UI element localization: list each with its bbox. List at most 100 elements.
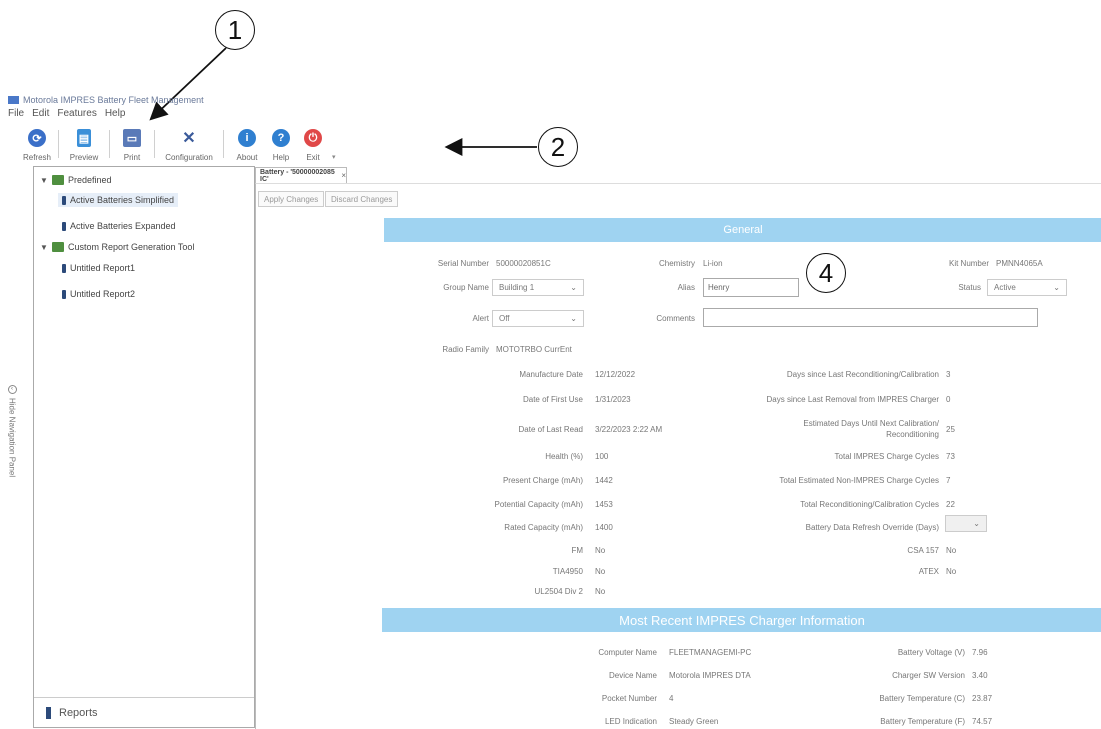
- alias-label: Alias: [677, 283, 695, 292]
- led-indication-value: Steady Green: [669, 717, 719, 726]
- toolbar-overflow-icon[interactable]: ▾: [332, 153, 336, 161]
- led-indication-label: LED Indication: [604, 717, 657, 726]
- ul2504-label: UL2504 Div 2: [534, 587, 583, 596]
- battery-icon: [62, 289, 66, 299]
- tools-icon: ✕: [182, 130, 196, 147]
- manufacture-date-label: Manufacture Date: [519, 370, 583, 379]
- first-use-label: Date of First Use: [522, 395, 583, 404]
- charger-section-header: Most Recent IMPRES Charger Information: [382, 608, 1101, 632]
- help-icon: ?: [272, 129, 290, 147]
- apply-changes-button[interactable]: Apply Changes: [258, 191, 325, 207]
- rated-capacity-value: 1400: [595, 523, 613, 532]
- potential-capacity-value: 1453: [595, 500, 613, 509]
- recond-cycles-value: 22: [946, 500, 955, 509]
- chevron-down-icon: ⌄: [570, 314, 577, 323]
- serial-number-value: 50000020851C: [496, 259, 551, 268]
- comments-field[interactable]: [703, 308, 1038, 327]
- days-since-removal-label: Days since Last Removal from IMPRES Char…: [766, 395, 940, 404]
- chevron-down-icon: ⌄: [570, 283, 577, 292]
- menu-edit[interactable]: Edit: [32, 108, 49, 119]
- discard-changes-button[interactable]: Discard Changes: [325, 191, 399, 207]
- first-use-value: 1/31/2023: [595, 395, 631, 404]
- kit-number-value: PMNN4065A: [996, 259, 1043, 268]
- manufacture-date-value: 12/12/2022: [595, 370, 636, 379]
- folder-icon: [52, 242, 64, 252]
- est-days-value: 25: [946, 425, 955, 434]
- menu-help[interactable]: Help: [105, 108, 126, 119]
- est-days-label: Estimated Days Until Next Calibration/ R…: [803, 419, 939, 439]
- tab-battery[interactable]: Battery - '50000002085 IC' ×: [255, 167, 347, 183]
- fm-label: FM: [571, 546, 583, 555]
- alert-select[interactable]: Off ⌄: [492, 310, 584, 327]
- group-name-select[interactable]: Building 1 ⌄: [492, 279, 584, 296]
- navigation-panel: ▼ Predefined Active Batteries Simplified…: [33, 166, 255, 728]
- refresh-button[interactable]: ⟳ Refresh: [22, 122, 52, 164]
- status-label: Status: [958, 283, 981, 292]
- menu-file[interactable]: File: [8, 108, 24, 119]
- rated-capacity-label: Rated Capacity (mAh): [504, 523, 583, 532]
- chevron-down-icon: ⌄: [973, 519, 980, 528]
- tree-item-report2[interactable]: Untitled Report2: [62, 289, 135, 299]
- refresh-icon: ⟳: [28, 129, 46, 147]
- health-label: Health (%): [545, 452, 583, 461]
- close-icon[interactable]: ×: [341, 171, 346, 180]
- expand-icon[interactable]: ▼: [40, 243, 48, 252]
- refresh-override-select[interactable]: ⌄: [945, 515, 987, 532]
- days-since-recond-label: Days since Last Reconditioning/Calibrati…: [786, 370, 939, 379]
- chevron-left-icon: ‹: [7, 385, 17, 394]
- expand-icon[interactable]: ▼: [40, 176, 48, 185]
- atex-value: No: [946, 567, 957, 576]
- preview-icon: ▤: [77, 129, 91, 147]
- tree-item-report1[interactable]: Untitled Report1: [62, 263, 135, 273]
- folder-icon: [52, 175, 64, 185]
- computer-name-label: Computer Name: [598, 648, 657, 657]
- charger-sw-label: Charger SW Version: [892, 671, 965, 680]
- reports-button[interactable]: Reports: [34, 697, 254, 727]
- battery-voltage-label: Battery Voltage (V): [897, 648, 965, 657]
- alias-field[interactable]: Henry: [703, 278, 799, 297]
- status-select[interactable]: Active ⌄: [987, 279, 1067, 296]
- present-charge-label: Present Charge (mAh): [502, 476, 583, 485]
- radio-family-value: MOTOTRBO CurrEnt: [496, 345, 572, 354]
- callout-1: 1: [215, 10, 255, 50]
- non-impres-cycles-value: 7: [946, 476, 951, 485]
- battery-temp-f-value: 74.57: [972, 717, 993, 726]
- device-name-label: Device Name: [608, 671, 657, 680]
- tree-node-predefined[interactable]: ▼ Predefined: [40, 175, 112, 185]
- about-button[interactable]: i About: [230, 122, 264, 164]
- computer-name-value: FLEETMANAGEMI-PC: [669, 648, 752, 657]
- total-charge-cycles-value: 73: [946, 452, 955, 461]
- battery-temp-f-label: Battery Temperature (F): [880, 717, 965, 726]
- menu-features[interactable]: Features: [57, 108, 96, 119]
- ul2504-value: No: [595, 587, 606, 596]
- preview-button[interactable]: ▤ Preview: [65, 122, 103, 164]
- radio-family-label: Radio Family: [442, 345, 489, 354]
- csa157-label: CSA 157: [907, 546, 939, 555]
- print-button[interactable]: ▭ Print: [116, 122, 148, 164]
- battery-icon: [62, 221, 66, 231]
- callout-2: 2: [538, 127, 578, 167]
- hide-navigation-panel[interactable]: ‹ Hide Navigation Panel: [5, 385, 19, 515]
- battery-temp-c-label: Battery Temperature (C): [879, 694, 965, 703]
- pocket-number-value: 4: [669, 694, 674, 703]
- last-read-label: Date of Last Read: [518, 425, 583, 434]
- window-title-text: Motorola IMPRES Battery Fleet Management: [23, 95, 204, 105]
- non-impres-cycles-label: Total Estimated Non-IMPRES Charge Cycles: [779, 476, 939, 485]
- tree-node-custom-tool[interactable]: ▼ Custom Report Generation Tool: [40, 242, 194, 252]
- battery-icon: [62, 263, 66, 273]
- tree-item-active-simplified[interactable]: Active Batteries Simplified: [58, 193, 179, 207]
- tree-item-active-expanded[interactable]: Active Batteries Expanded: [62, 221, 176, 231]
- refresh-override-label: Battery Data Refresh Override (Days): [805, 523, 939, 532]
- menu-bar: File Edit Features Help: [8, 108, 125, 119]
- exit-button[interactable]: ⏻ Exit: [298, 122, 328, 164]
- last-read-value: 3/22/2023 2:22 AM: [595, 425, 663, 434]
- serial-number-label: Serial Number: [437, 259, 489, 268]
- present-charge-value: 1442: [595, 476, 613, 485]
- battery-temp-c-value: 23.87: [972, 694, 993, 703]
- app-icon: [8, 96, 19, 104]
- recond-cycles-label: Total Reconditioning/Calibration Cycles: [800, 500, 939, 509]
- help-button[interactable]: ? Help: [264, 122, 298, 164]
- configuration-button[interactable]: ✕ Configuration: [161, 122, 217, 164]
- csa157-value: No: [946, 546, 957, 555]
- printer-icon: ▭: [123, 129, 141, 147]
